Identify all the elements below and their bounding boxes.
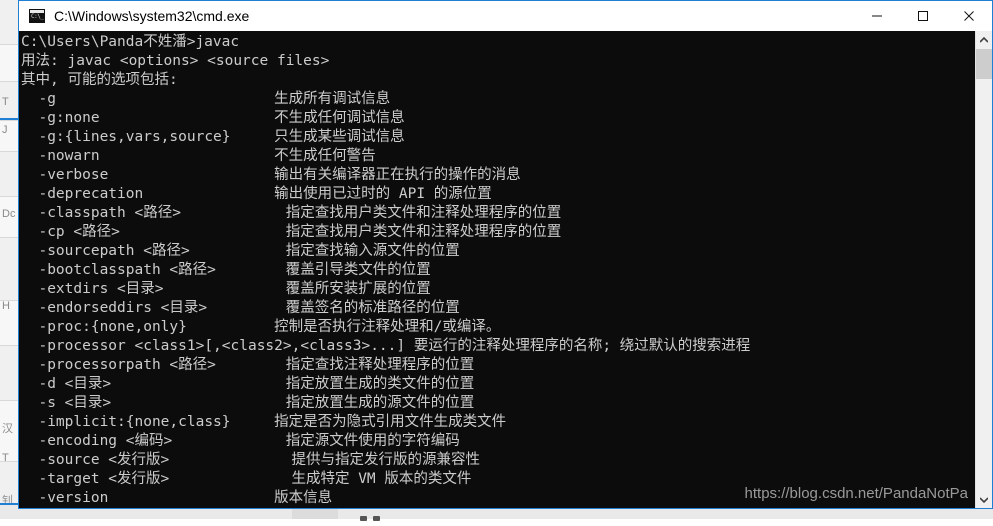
background-window-accent bbox=[0, 118, 18, 120]
background-ghost-label: H bbox=[2, 300, 10, 312]
cmd-icon: C:\_ bbox=[29, 9, 45, 23]
background-ghost-label: J bbox=[2, 124, 8, 136]
console-line: -implicit:{none,class} 指定是否为隐式引用文件生成类文件 bbox=[21, 414, 507, 430]
console-line: -s <目录> 指定放置生成的源文件的位置 bbox=[21, 395, 475, 411]
scroll-thumb[interactable] bbox=[976, 49, 992, 79]
console-line: -processorpath <路径> 指定查找注释处理程序的位置 bbox=[21, 357, 475, 373]
console-line: -processor <class1>[,<class2>,<class3>..… bbox=[21, 338, 751, 354]
background-window-band bbox=[0, 44, 18, 82]
scroll-down-arrow[interactable] bbox=[976, 491, 992, 508]
console-line: -verbose 输出有关编译器正在执行的操作的消息 bbox=[21, 167, 521, 183]
console-line: -bootclasspath <路径> 覆盖引导类文件的位置 bbox=[21, 262, 431, 278]
screen-root: T J Dc H 汉 T 钊 C:\_ C:\Windows\system32\… bbox=[0, 0, 993, 521]
window-title: C:\Windows\system32\cmd.exe bbox=[54, 8, 250, 24]
background-ghost-label: T bbox=[2, 96, 9, 108]
cmd-window: C:\_ C:\Windows\system32\cmd.exe C:\User… bbox=[18, 0, 993, 509]
console-line: 用法: javac <options> <source files> bbox=[21, 53, 330, 69]
background-ghost-label: T bbox=[2, 452, 9, 464]
scroll-up-arrow[interactable] bbox=[976, 31, 992, 48]
console-line: -deprecation 输出使用已过时的 API 的源位置 bbox=[21, 186, 492, 202]
console-line: -cp <路径> 指定查找用户类文件和注释处理程序的位置 bbox=[21, 224, 562, 240]
console-line: -g:none 不生成任何调试信息 bbox=[21, 110, 405, 126]
console-line: 其中, 可能的选项包括: bbox=[21, 72, 178, 88]
console-line: -endorseddirs <目录> 覆盖签名的标准路径的位置 bbox=[21, 300, 460, 316]
maximize-button[interactable] bbox=[900, 1, 946, 31]
watermark: https://blog.csdn.net/PandaNotPa bbox=[744, 485, 968, 502]
cmd-icon-glyph: C:\_ bbox=[31, 13, 44, 20]
console-line: -d <目录> 指定放置生成的类文件的位置 bbox=[21, 376, 475, 392]
console-line: -version 版本信息 bbox=[21, 490, 333, 506]
background-ghost-label: Dc bbox=[2, 208, 16, 220]
vertical-scrollbar[interactable] bbox=[975, 31, 992, 508]
console-line: -encoding <编码> 指定源文件使用的字符编码 bbox=[21, 433, 460, 449]
console-line: -target <发行版> 生成特定 VM 版本的类文件 bbox=[21, 471, 472, 487]
minimize-button[interactable] bbox=[854, 1, 900, 31]
background-ghost-label: 汉 bbox=[2, 423, 13, 435]
console-line: -nowarn 不生成任何警告 bbox=[21, 148, 376, 164]
console-line: -g:{lines,vars,source} 只生成某些调试信息 bbox=[21, 129, 405, 145]
title-bar[interactable]: C:\_ C:\Windows\system32\cmd.exe bbox=[19, 1, 992, 32]
console-line: C:\Users\Panda不姓潘>javac bbox=[21, 34, 240, 50]
console-line: -sourcepath <路径> 指定查找输入源文件的位置 bbox=[21, 243, 460, 259]
console-output-area[interactable]: C:\Users\Panda不姓潘>javac 用法: javac <option… bbox=[19, 31, 992, 508]
console-line: -source <发行版> 提供与指定发行版的源兼容性 bbox=[21, 452, 480, 468]
close-button[interactable] bbox=[946, 1, 992, 31]
console-text: C:\Users\Panda不姓潘>javac 用法: javac <option… bbox=[19, 31, 750, 508]
console-line: -proc:{none,only} 控制是否执行注释处理和/或编译。 bbox=[21, 319, 501, 335]
console-line: -g 生成所有调试信息 bbox=[21, 91, 391, 107]
window-controls bbox=[854, 1, 992, 31]
console-line: -classpath <路径> 指定查找用户类文件和注释处理程序的位置 bbox=[21, 205, 562, 221]
console-line: -extdirs <目录> 覆盖所安装扩展的位置 bbox=[21, 281, 431, 297]
